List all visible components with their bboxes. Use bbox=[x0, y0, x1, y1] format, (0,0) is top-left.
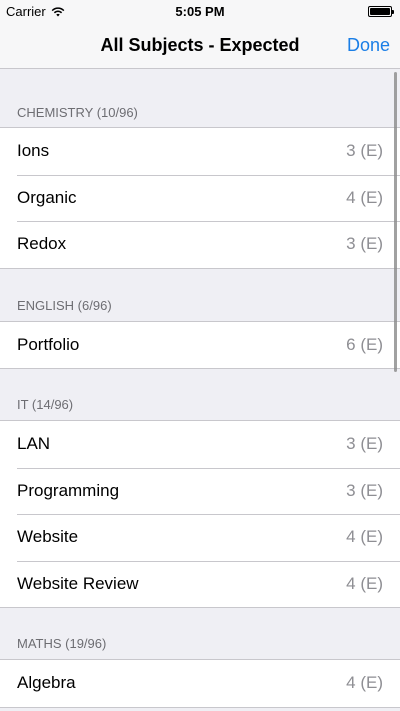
row-value: 6 (E) bbox=[346, 334, 383, 354]
row-value: 4 (E) bbox=[346, 527, 383, 547]
section-header-english: ENGLISH (6/96) bbox=[0, 268, 400, 321]
row-value: 3 (E) bbox=[346, 434, 383, 454]
status-time: 5:05 PM bbox=[175, 4, 225, 19]
row-label: LAN bbox=[17, 434, 51, 454]
row-value: 3 (E) bbox=[346, 141, 383, 161]
row-label: Redox bbox=[17, 234, 67, 254]
section-group-english: Portfolio 6 (E) bbox=[0, 320, 400, 369]
scroll-indicator[interactable] bbox=[394, 72, 397, 372]
section-header-maths: MATHS (19/96) bbox=[0, 608, 400, 659]
done-button[interactable]: Done bbox=[347, 35, 390, 56]
table-row[interactable]: Website Review 4 (E) bbox=[0, 560, 400, 608]
table-row[interactable]: Organic 4 (E) bbox=[0, 174, 400, 222]
table-row[interactable]: Algebra 4 (E) bbox=[0, 660, 400, 707]
section-group-it: LAN 3 (E) Programming 3 (E) Website 4 (E… bbox=[0, 420, 400, 608]
page-title: All Subjects - Expected bbox=[100, 35, 300, 55]
battery-icon bbox=[368, 6, 394, 17]
row-label: Ions bbox=[17, 141, 50, 161]
row-label: Organic bbox=[17, 187, 77, 207]
row-value: 3 (E) bbox=[346, 234, 383, 254]
row-value: 4 (E) bbox=[346, 673, 383, 693]
table-row[interactable]: LAN 3 (E) bbox=[0, 421, 400, 468]
table-row[interactable]: Website 4 (E) bbox=[0, 514, 400, 561]
table-row[interactable]: Ions 3 (E) bbox=[0, 128, 400, 175]
table-row[interactable]: Redox 3 (E) bbox=[0, 221, 400, 268]
table-row[interactable]: Portfolio 6 (E) bbox=[0, 322, 400, 369]
section-header-chemistry: CHEMISTRY (10/96) bbox=[0, 69, 400, 127]
row-value: 4 (E) bbox=[346, 187, 383, 207]
section-header-it: IT (14/96) bbox=[0, 369, 400, 420]
row-label: Portfolio bbox=[17, 334, 80, 354]
row-value: 3 (E) bbox=[346, 480, 383, 500]
row-value: 4 (E) bbox=[346, 573, 383, 593]
row-label: Algebra bbox=[17, 673, 76, 693]
navigation-bar: All Subjects - Expected Done bbox=[0, 22, 400, 69]
status-bar: Carrier 5:05 PM bbox=[0, 0, 400, 22]
row-label: Website bbox=[17, 527, 79, 547]
row-label: Website Review bbox=[17, 573, 139, 593]
row-label: Programming bbox=[17, 480, 120, 500]
subjects-table[interactable]: CHEMISTRY (10/96) Ions 3 (E) Organic 4 (… bbox=[0, 69, 400, 711]
section-group-chemistry: Ions 3 (E) Organic 4 (E) Redox 3 (E) bbox=[0, 127, 400, 269]
section-group-maths: Algebra 4 (E) bbox=[0, 659, 400, 708]
table-row[interactable]: Programming 3 (E) bbox=[0, 467, 400, 515]
